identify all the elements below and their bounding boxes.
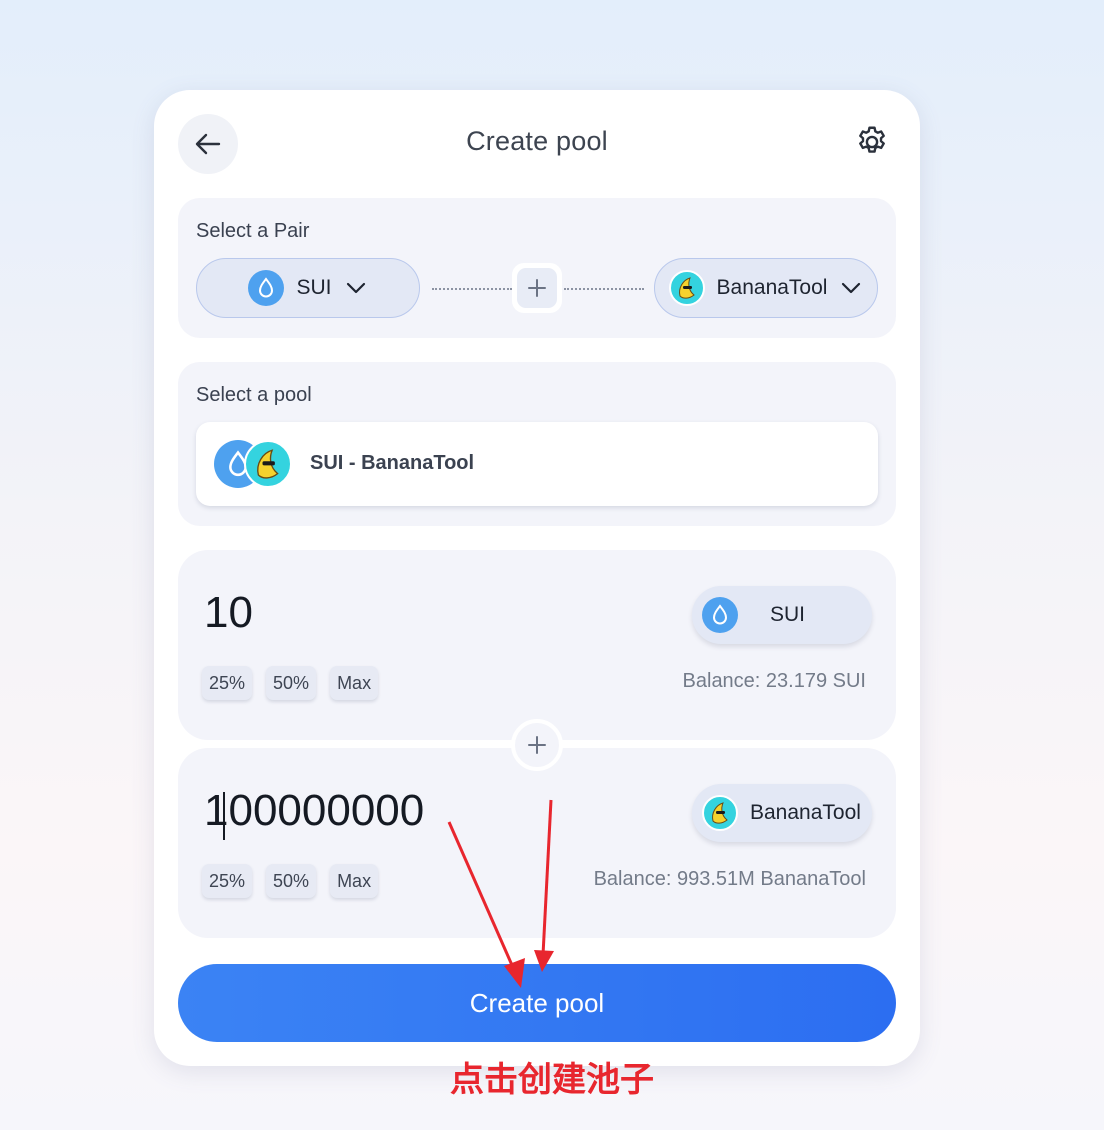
token-a-pill[interactable]: SUI bbox=[692, 586, 872, 644]
bananatool-logo-icon bbox=[668, 270, 705, 306]
token-b-pill[interactable]: BananaTool bbox=[692, 784, 872, 842]
pool-label: Select a pool bbox=[196, 384, 312, 406]
percent-50-button-a[interactable]: 50% bbox=[266, 666, 317, 700]
token-b-symbol: BananaTool bbox=[716, 276, 828, 299]
chevron-down-icon bbox=[842, 282, 861, 294]
pair-panel: Select a Pair SUI BananaTool bbox=[178, 198, 896, 338]
pair-label: Select a Pair bbox=[196, 220, 310, 242]
token-b-pill-label: BananaTool bbox=[750, 801, 861, 824]
bananatool-logo-icon bbox=[244, 440, 292, 488]
amount-plus-badge bbox=[511, 719, 563, 771]
pool-panel: Select a pool SUI - BananaTool bbox=[178, 362, 896, 526]
amount-b-text: 100000000 bbox=[204, 786, 425, 835]
plus-icon bbox=[528, 279, 546, 297]
amount-input-b[interactable]: 100000000 bbox=[204, 786, 424, 836]
percent-25-button-a[interactable]: 25% bbox=[202, 666, 253, 700]
pair-plus-badge bbox=[512, 263, 562, 313]
max-button-a[interactable]: Max bbox=[330, 666, 379, 700]
token-a-symbol: SUI bbox=[296, 276, 332, 299]
percent-50-button-b[interactable]: 50% bbox=[266, 864, 317, 898]
annotation-text: 点击创建池子 bbox=[450, 1061, 654, 1099]
chevron-down-icon bbox=[346, 282, 365, 294]
gear-icon bbox=[859, 126, 885, 153]
amount-panel-b: 100000000 BananaTool 25% 50% Max Balance… bbox=[178, 748, 896, 938]
percent-row-a: 25% 50% Max bbox=[202, 666, 379, 700]
create-pool-button[interactable]: Create pool bbox=[178, 964, 896, 1042]
amount-panel-a: 10 SUI 25% 50% Max Balance: 23.179 SUI bbox=[178, 550, 896, 740]
amount-input-a[interactable]: 10 bbox=[204, 588, 253, 638]
percent-25-button-b[interactable]: 25% bbox=[202, 864, 253, 898]
token-b-selector[interactable]: BananaTool bbox=[654, 258, 878, 318]
sui-logo-icon bbox=[248, 270, 285, 306]
token-a-pill-label: SUI bbox=[770, 603, 806, 626]
sui-logo-icon bbox=[702, 597, 738, 633]
plus-icon bbox=[528, 736, 546, 754]
pool-name: SUI - BananaTool bbox=[310, 452, 475, 474]
balance-b: Balance: 993.51M BananaTool bbox=[593, 868, 866, 890]
pool-option[interactable]: SUI - BananaTool bbox=[196, 422, 878, 506]
bananatool-logo-icon bbox=[702, 795, 738, 831]
percent-row-b: 25% 50% Max bbox=[202, 864, 379, 898]
page-title: Create pool bbox=[466, 126, 608, 156]
text-caret bbox=[223, 792, 225, 840]
create-pool-card: Create pool Select a Pair SUI BananaTool… bbox=[154, 90, 920, 1066]
balance-a: Balance: 23.179 SUI bbox=[682, 670, 866, 692]
settings-button[interactable] bbox=[854, 124, 890, 160]
max-button-b[interactable]: Max bbox=[330, 864, 379, 898]
connector-line-right bbox=[564, 288, 644, 290]
connector-line-left bbox=[432, 288, 512, 290]
token-a-selector[interactable]: SUI bbox=[196, 258, 420, 318]
